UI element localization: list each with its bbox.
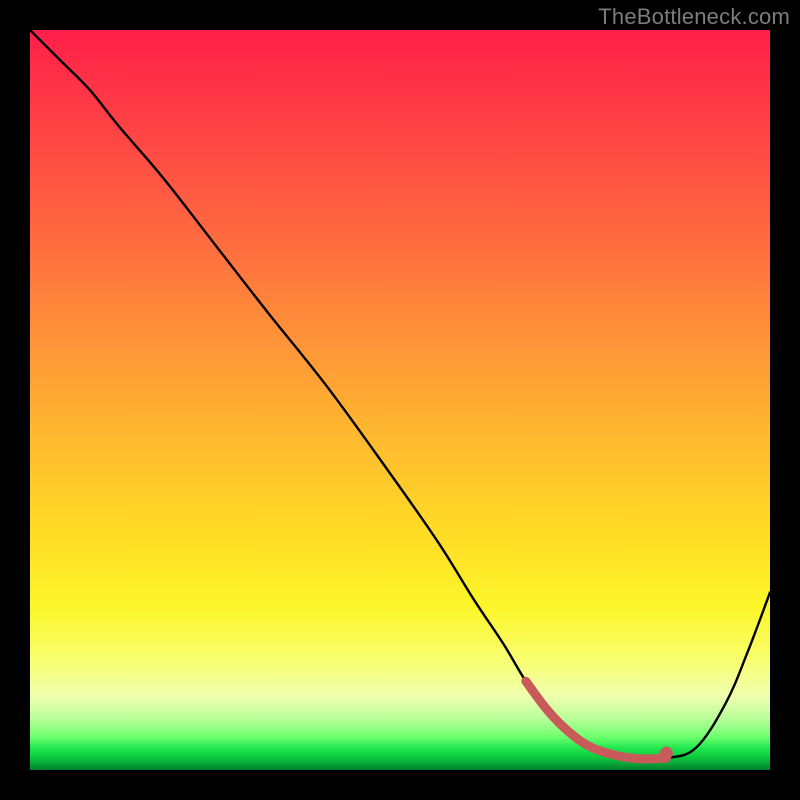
bottleneck-curve-line — [30, 30, 770, 759]
optimal-range-endpoint — [660, 747, 673, 760]
plot-area — [30, 30, 770, 770]
chart-frame: TheBottleneck.com — [0, 0, 800, 800]
watermark-text: TheBottleneck.com — [598, 4, 790, 30]
optimal-range-highlight — [526, 681, 667, 759]
curve-svg — [30, 30, 770, 770]
